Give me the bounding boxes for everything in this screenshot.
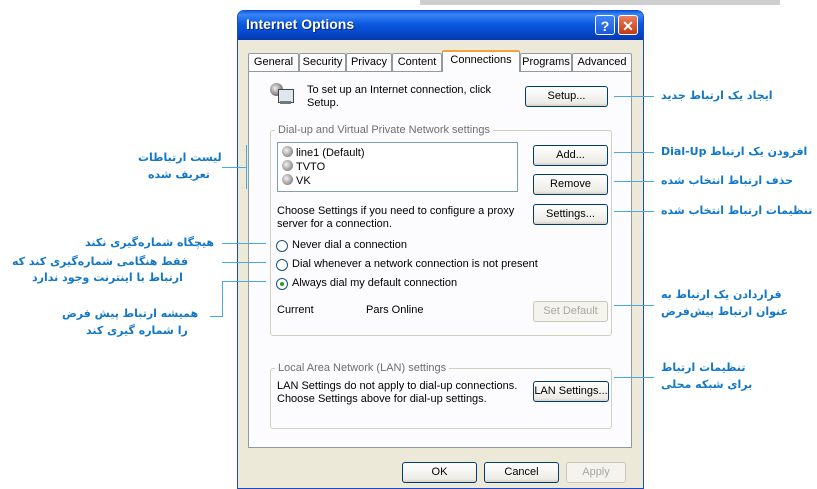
annotation-dial-when-line1: فقط هنگامی شماره‌گیری کند که xyxy=(12,255,189,268)
annotation-lan-line2: برای شبکه محلی xyxy=(661,378,753,391)
title-bar[interactable]: Internet Options ? ✕ xyxy=(238,11,643,40)
never-dial-label[interactable]: Never dial a connection xyxy=(292,239,407,251)
annotation-set-default-line2: عنوان ارتباط پیش‌فرض xyxy=(661,305,789,318)
leader-line xyxy=(222,262,266,263)
dialup-connection-icon xyxy=(282,160,293,171)
annotation-set-default-line1: قراردادن یک ارتباط به xyxy=(661,288,782,301)
annotation-list-line1: لیست ارتباطات xyxy=(138,151,222,164)
setup-button[interactable]: Setup... xyxy=(525,86,608,107)
dialup-group-label: Dial-up and Virtual Private Network sett… xyxy=(275,124,493,136)
setup-text-line1: To set up an Internet connection, click xyxy=(307,84,492,96)
lan-text-line2: Choose Settings above for dial-up settin… xyxy=(277,393,487,405)
bracket-line xyxy=(246,145,247,189)
leader-line xyxy=(614,305,654,306)
tab-advanced[interactable]: Advanced xyxy=(572,53,632,71)
setup-text-line2: Setup. xyxy=(307,97,339,109)
always-dial-radio[interactable] xyxy=(276,278,288,290)
lan-text-line1: LAN Settings do not apply to dial-up con… xyxy=(277,380,518,392)
dial-whenever-radio[interactable] xyxy=(276,259,288,271)
settings-text-line2: server for a connection. xyxy=(277,218,392,230)
settings-button[interactable]: Settings... xyxy=(533,204,608,225)
leader-line xyxy=(614,181,654,182)
leader-line xyxy=(210,316,222,317)
dialup-connection-icon xyxy=(282,146,293,157)
cancel-button[interactable]: Cancel xyxy=(484,462,559,483)
annotation-setup: ایجاد یک ارتباط جدید xyxy=(661,89,773,102)
dial-whenever-label[interactable]: Dial whenever a network connection is no… xyxy=(292,258,538,270)
list-item[interactable]: VK xyxy=(282,174,311,188)
close-button[interactable]: ✕ xyxy=(618,15,638,35)
top-caption-strip xyxy=(420,0,780,5)
remove-button[interactable]: Remove xyxy=(533,174,608,195)
add-button[interactable]: Add... xyxy=(533,145,608,166)
leader-line xyxy=(222,243,266,244)
leader-line xyxy=(222,281,223,317)
tab-connections[interactable]: Connections xyxy=(442,50,520,72)
annotation-dial-when-line2: ارتباط با اینترنت وجود ندارد xyxy=(32,271,183,284)
annotation-remove: حذف ارتباط انتخاب شده xyxy=(661,174,793,187)
leader-line xyxy=(222,167,246,168)
lan-group-label: Local Area Network (LAN) settings xyxy=(275,362,450,374)
current-connection-value: Pars Online xyxy=(366,304,424,316)
help-button[interactable]: ? xyxy=(595,15,615,35)
tab-general[interactable]: General xyxy=(248,53,299,71)
internet-options-dialog: Internet Options ? ✕ General Security Pr… xyxy=(237,10,644,489)
leader-line xyxy=(614,211,654,212)
radio-selected-dot xyxy=(280,282,284,286)
window-title: Internet Options xyxy=(246,16,355,32)
leader-line xyxy=(222,281,266,282)
leader-line xyxy=(614,152,654,153)
settings-text-line1: Choose Settings if you need to configure… xyxy=(277,205,515,217)
annotation-add: افزودن یک ارتباط Dial-Up xyxy=(661,145,808,158)
dialup-connection-icon xyxy=(282,174,293,185)
internet-globe-icon xyxy=(270,81,294,105)
connections-panel: To set up an Internet connection, click … xyxy=(248,71,632,448)
connection-name: line1 (Default) xyxy=(296,147,365,159)
connection-name: VK xyxy=(296,175,311,187)
annotation-lan-line1: تنظیمات ارتباط xyxy=(661,361,746,374)
tab-privacy[interactable]: Privacy xyxy=(346,53,392,71)
annotation-always-dial-line1: همیشه ارتباط پیش فرض xyxy=(62,307,199,320)
apply-button[interactable]: Apply xyxy=(566,462,626,483)
annotation-list-line2: تعریف شده xyxy=(148,168,210,181)
connections-list[interactable]: line1 (Default) TVTO VK xyxy=(277,142,518,192)
annotation-always-dial-line2: را شماره گیری کند xyxy=(86,324,188,337)
always-dial-label[interactable]: Always dial my default connection xyxy=(292,277,457,289)
annotation-settings: تنظیمات ارتباط انتخاب شده xyxy=(661,204,813,217)
connection-name: TVTO xyxy=(296,161,326,173)
annotation-never-dial: هیچگاه شماره‌گیری نکند xyxy=(85,236,215,249)
lan-settings-button[interactable]: LAN Settings... xyxy=(533,381,609,402)
set-default-button[interactable]: Set Default xyxy=(533,301,608,322)
leader-line xyxy=(614,377,654,378)
never-dial-radio[interactable] xyxy=(276,240,288,252)
current-label: Current xyxy=(277,304,314,316)
tab-content[interactable]: Content xyxy=(392,53,442,71)
tab-security[interactable]: Security xyxy=(299,53,346,71)
list-item[interactable]: TVTO xyxy=(282,160,325,174)
list-item[interactable]: line1 (Default) xyxy=(282,146,364,160)
leader-line xyxy=(614,96,654,97)
tab-programs[interactable]: Programs xyxy=(520,53,572,71)
ok-button[interactable]: OK xyxy=(402,462,477,483)
